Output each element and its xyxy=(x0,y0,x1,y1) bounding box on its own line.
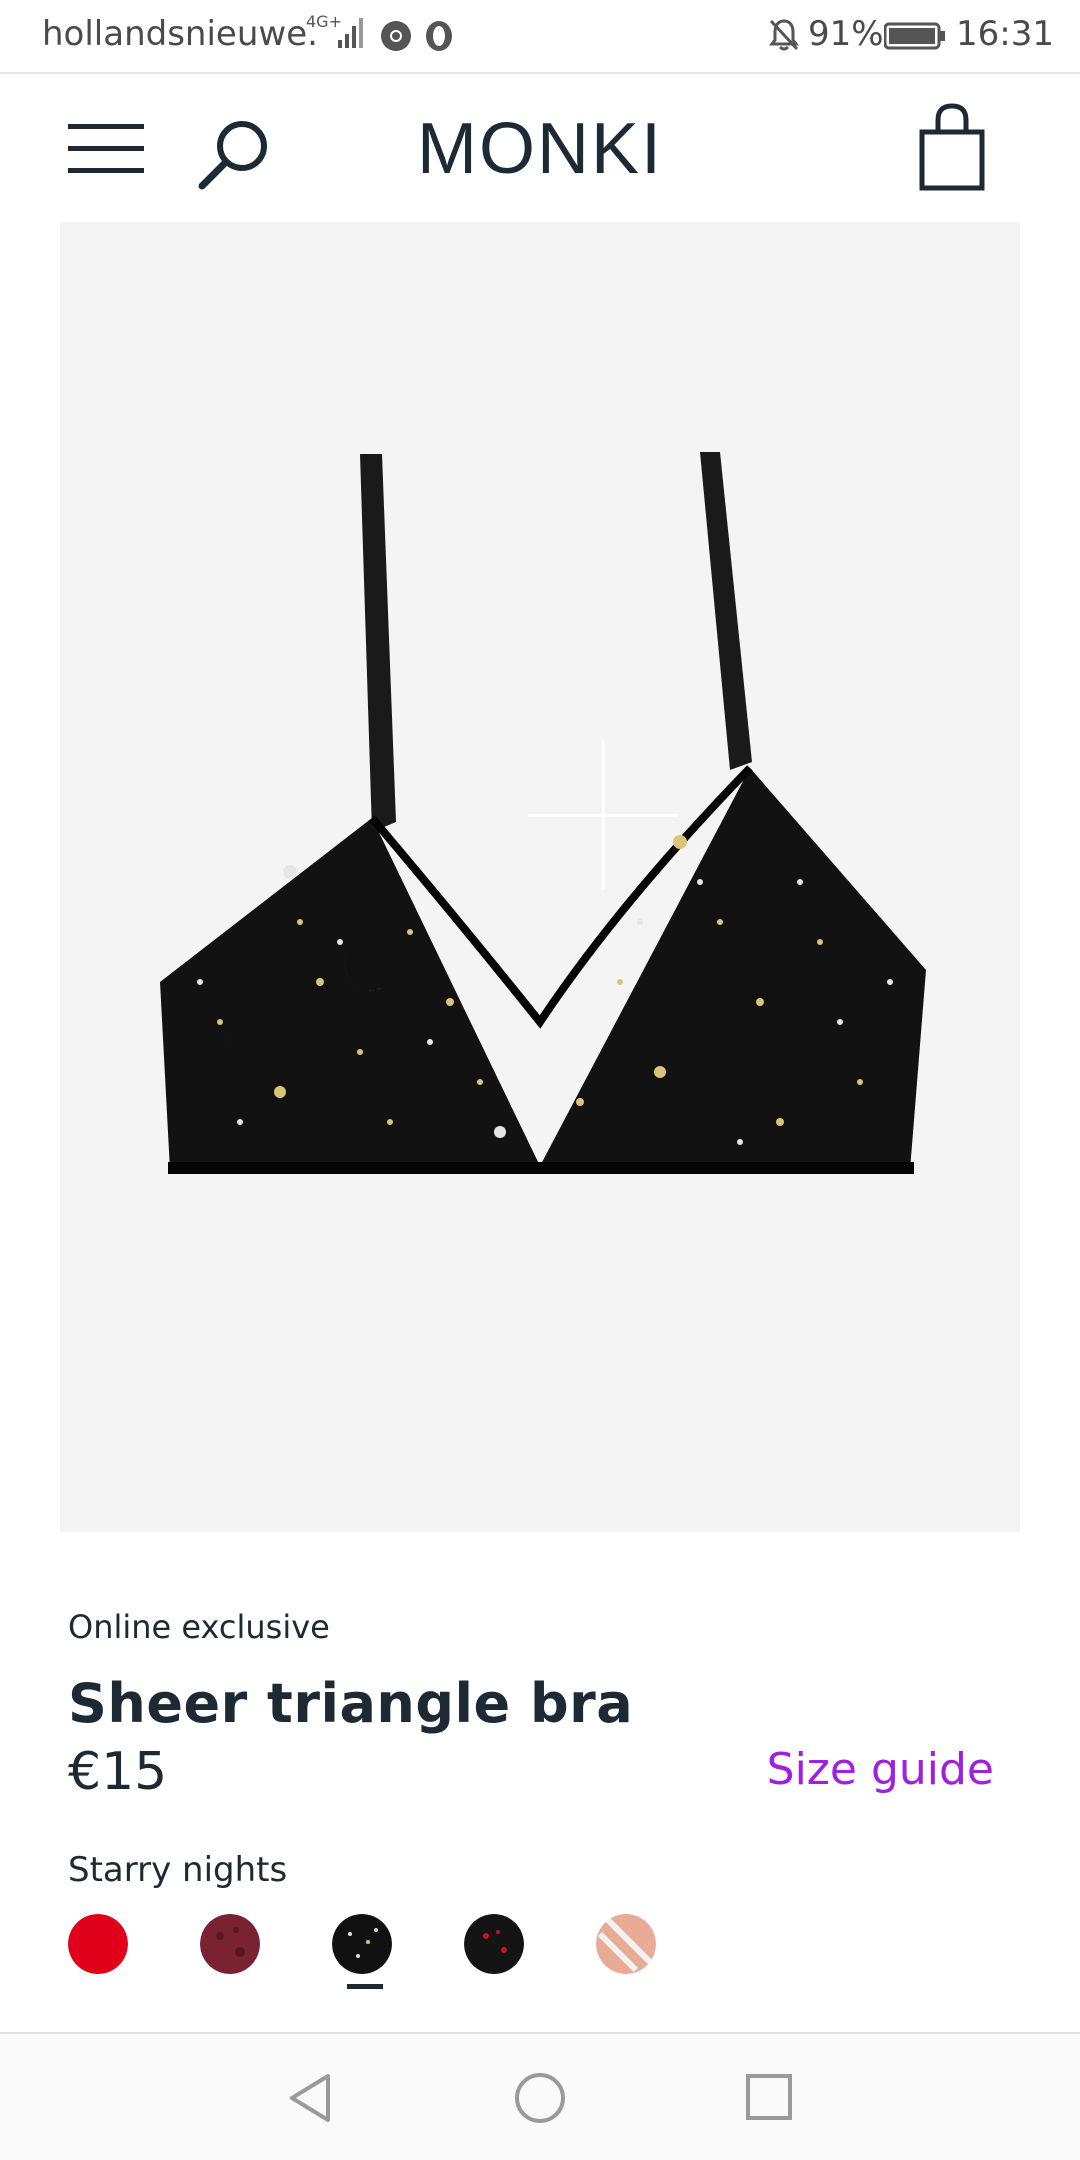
battery-icon xyxy=(884,22,945,50)
opera-icon xyxy=(426,21,452,51)
battery-percent: 91% xyxy=(808,14,884,54)
zoom-indicator xyxy=(528,740,678,890)
selected-swatch-indicator xyxy=(347,1984,383,1989)
swatch-nude[interactable] xyxy=(596,1914,656,1974)
cart-button[interactable] xyxy=(916,102,988,194)
back-icon[interactable] xyxy=(284,2070,336,2126)
size-guide-link[interactable]: Size guide xyxy=(767,1744,994,1795)
swatch-starry-nights[interactable] xyxy=(332,1914,392,1974)
status-bar: hollandsnieuwe. 4G+ 91% 16:31 xyxy=(0,0,1080,74)
swatch-burgundy[interactable] xyxy=(200,1914,260,1974)
search-button[interactable] xyxy=(196,114,276,194)
site-header: MONKI xyxy=(0,74,1080,224)
clock: 16:31 xyxy=(956,14,1054,54)
color-swatches xyxy=(68,1914,768,1994)
signal-icon xyxy=(338,18,363,48)
search-icon xyxy=(198,121,267,190)
recent-apps-icon[interactable] xyxy=(744,2072,794,2122)
shopping-bag-icon xyxy=(919,103,985,191)
navigation-bar xyxy=(0,2034,1080,2160)
product-image[interactable] xyxy=(60,222,1020,1532)
home-icon[interactable] xyxy=(512,2070,568,2126)
menu-button[interactable] xyxy=(66,118,148,180)
carrier-name: hollandsnieuwe. xyxy=(42,14,318,54)
chrome-icon xyxy=(381,21,411,51)
swatch-red[interactable] xyxy=(68,1914,128,1974)
swatch-black-dots[interactable] xyxy=(464,1914,524,1974)
online-exclusive-tag: Online exclusive xyxy=(68,1608,330,1646)
product-price: €15 xyxy=(68,1742,168,1802)
selected-color-name: Starry nights xyxy=(68,1850,288,1890)
product-title: Sheer triangle bra xyxy=(68,1672,634,1735)
bell-muted-icon xyxy=(769,19,799,51)
menu-icon xyxy=(68,124,144,173)
brand-logo[interactable]: MONKI xyxy=(390,108,690,190)
